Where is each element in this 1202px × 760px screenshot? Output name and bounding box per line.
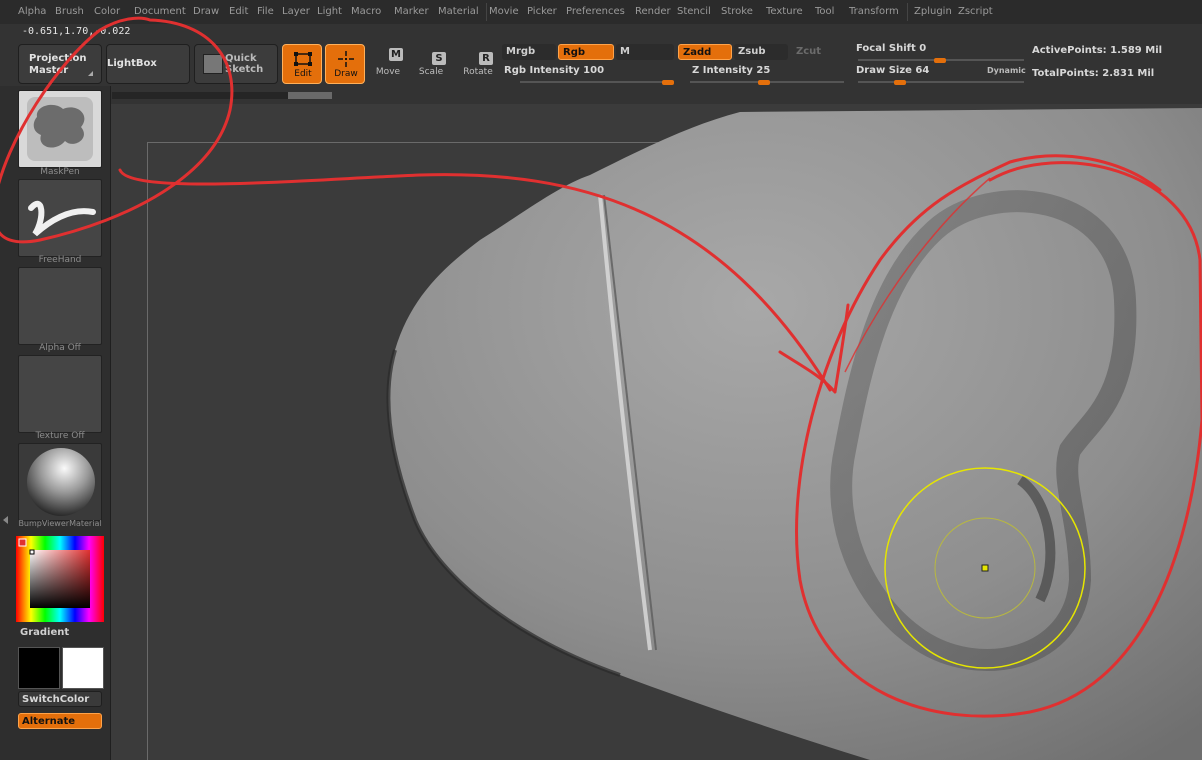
menu-movie[interactable]: Movie [489,6,519,17]
menu-stencil[interactable]: Stencil [677,6,711,17]
secondary-color-swatch[interactable] [62,647,104,689]
menu-edit[interactable]: Edit [229,6,248,17]
menu-material[interactable]: Material [438,6,479,17]
menu-zplugin[interactable]: Zplugin [914,6,952,17]
texture-selector[interactable] [18,355,102,433]
freehand-stroke-icon [28,200,96,237]
menu-file[interactable]: File [257,6,274,17]
switch-color-button[interactable]: SwitchColor [18,691,102,707]
primary-color-swatch[interactable] [18,647,60,689]
stroke-label: FreeHand [38,255,82,265]
alpha-label: Alpha Off [39,343,81,353]
menu-separator [907,3,908,21]
menu-items: Alpha Brush Color Document Draw Edit Fil… [0,0,1202,24]
model-viewport[interactable] [0,0,1202,760]
texture-label: Texture Off [35,431,85,441]
menu-render[interactable]: Render [635,6,671,17]
menu-texture[interactable]: Texture [766,6,803,17]
menu-draw[interactable]: Draw [193,6,219,17]
menu-marker[interactable]: Marker [394,6,429,17]
maskpen-icon [27,97,93,161]
brush-selector[interactable] [18,90,102,168]
menu-light[interactable]: Light [317,6,342,17]
collapse-arrow-icon[interactable] [3,516,8,524]
menu-brush[interactable]: Brush [55,6,84,17]
brush-cursor-center [981,564,989,572]
material-label: BumpViewerMaterial [18,519,102,528]
brush-label: MaskPen [40,167,80,177]
gradient-label: Gradient [20,627,70,638]
menu-color[interactable]: Color [94,6,120,17]
menu-layer[interactable]: Layer [282,6,310,17]
menu-document[interactable]: Document [134,6,186,17]
menu-stroke[interactable]: Stroke [721,6,753,17]
menu-tool[interactable]: Tool [815,6,834,17]
menu-transform[interactable]: Transform [849,6,899,17]
menu-separator [486,3,487,21]
menu-picker[interactable]: Picker [527,6,557,17]
menu-preferences[interactable]: Preferences [566,6,625,17]
menu-zscript[interactable]: Zscript [958,6,993,17]
left-tray: MaskPen FreeHand Alpha Off Texture Off B… [0,86,111,760]
alpha-selector[interactable] [18,267,102,345]
material-selector[interactable] [18,443,102,521]
menu-macro[interactable]: Macro [351,6,381,17]
menu-alpha[interactable]: Alpha [18,6,46,17]
color-picker[interactable] [16,536,104,622]
alternate-button[interactable]: Alternate [18,713,102,729]
stroke-selector[interactable] [18,179,102,257]
material-sphere-icon [27,448,95,516]
color-picker-swatch [16,536,104,622]
